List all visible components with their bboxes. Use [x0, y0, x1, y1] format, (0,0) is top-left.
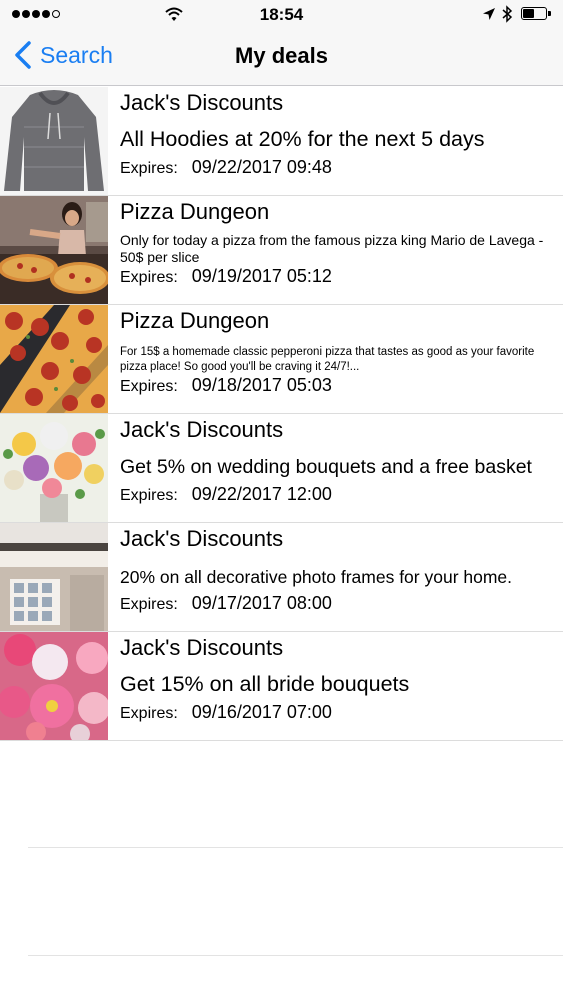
deal-expiry: Expires: 09/16/2017 07:00: [120, 702, 332, 723]
deal-description: For 15$ a homemade classic pepperoni piz…: [120, 346, 535, 373]
expires-date: 09/18/2017 05:03: [191, 375, 332, 395]
location-arrow-icon: [483, 8, 495, 20]
deal-description: All Hoodies at 20% for the next 5 days: [120, 127, 485, 151]
deals-list: Jack's Discounts All Hoodies at 20% for …: [0, 87, 563, 741]
expires-date: 09/17/2017 08:00: [191, 593, 332, 613]
navigation-bar: Search My deals: [0, 30, 563, 86]
deal-expiry: Expires: 09/22/2017 12:00: [120, 484, 332, 505]
expires-label: Expires:: [120, 596, 178, 613]
deal-expiry: Expires: 09/18/2017 05:03: [120, 375, 332, 396]
deal-row[interactable]: Jack's Discounts Get 15% on all bride bo…: [0, 632, 563, 741]
bride-bouquet-photo: [0, 632, 108, 740]
expires-date: 09/22/2017 12:00: [191, 484, 332, 504]
empty-row-separator: [28, 847, 563, 848]
expires-label: Expires:: [120, 269, 178, 286]
expires-date: 09/22/2017 09:48: [191, 157, 332, 177]
status-bar: 18:54: [0, 0, 563, 30]
deal-expiry: Expires: 09/22/2017 09:48: [120, 157, 332, 178]
page-title: My deals: [235, 43, 328, 68]
deal-description: Get 15% on all bride bouquets: [120, 672, 410, 696]
deal-merchant: Jack's Discounts: [120, 526, 284, 551]
deal-row[interactable]: Jack's Discounts All Hoodies at 20% for …: [0, 87, 563, 196]
deal-merchant: Pizza Dungeon: [120, 308, 270, 333]
deal-expiry: Expires: 09/17/2017 08:00: [120, 593, 332, 614]
deal-merchant: Pizza Dungeon: [120, 199, 270, 224]
deal-description: Only for today a pizza from the famous p…: [120, 232, 544, 265]
deal-description: 20% on all decorative photo frames for y…: [120, 567, 513, 587]
deal-row[interactable]: Pizza Dungeon For 15$ a homemade classic…: [0, 305, 563, 414]
pepperoni-pizza-photo: [0, 305, 108, 413]
battery-icon: [521, 7, 551, 20]
deal-merchant: Jack's Discounts: [120, 417, 284, 442]
expires-label: Expires:: [120, 705, 178, 722]
expires-date: 09/16/2017 07:00: [191, 702, 332, 722]
deal-description: Get 5% on wedding bouquets and a free ba…: [120, 456, 532, 478]
expires-label: Expires:: [120, 378, 178, 395]
pizza-chef-photo: [0, 196, 108, 304]
deal-expiry: Expires: 09/19/2017 05:12: [120, 266, 332, 287]
deal-row[interactable]: Pizza Dungeon Only for today a pizza fro…: [0, 196, 563, 305]
bluetooth-icon: [502, 5, 513, 23]
expires-date: 09/19/2017 05:12: [191, 266, 332, 286]
deal-merchant: Jack's Discounts: [120, 635, 284, 660]
deal-merchant: Jack's Discounts: [120, 90, 284, 115]
wedding-bouquet-photo: [0, 414, 108, 522]
deal-row[interactable]: Jack's Discounts Get 5% on wedding bouqu…: [0, 414, 563, 523]
photo-frames-photo: [0, 523, 108, 631]
hoodie-photo: [0, 87, 108, 195]
status-time: 18:54: [259, 5, 304, 24]
expires-label: Expires:: [120, 160, 178, 177]
deal-row[interactable]: Jack's Discounts 20% on all decorative p…: [0, 523, 563, 632]
empty-row-separator: [28, 955, 563, 956]
expires-label: Expires:: [120, 487, 178, 504]
